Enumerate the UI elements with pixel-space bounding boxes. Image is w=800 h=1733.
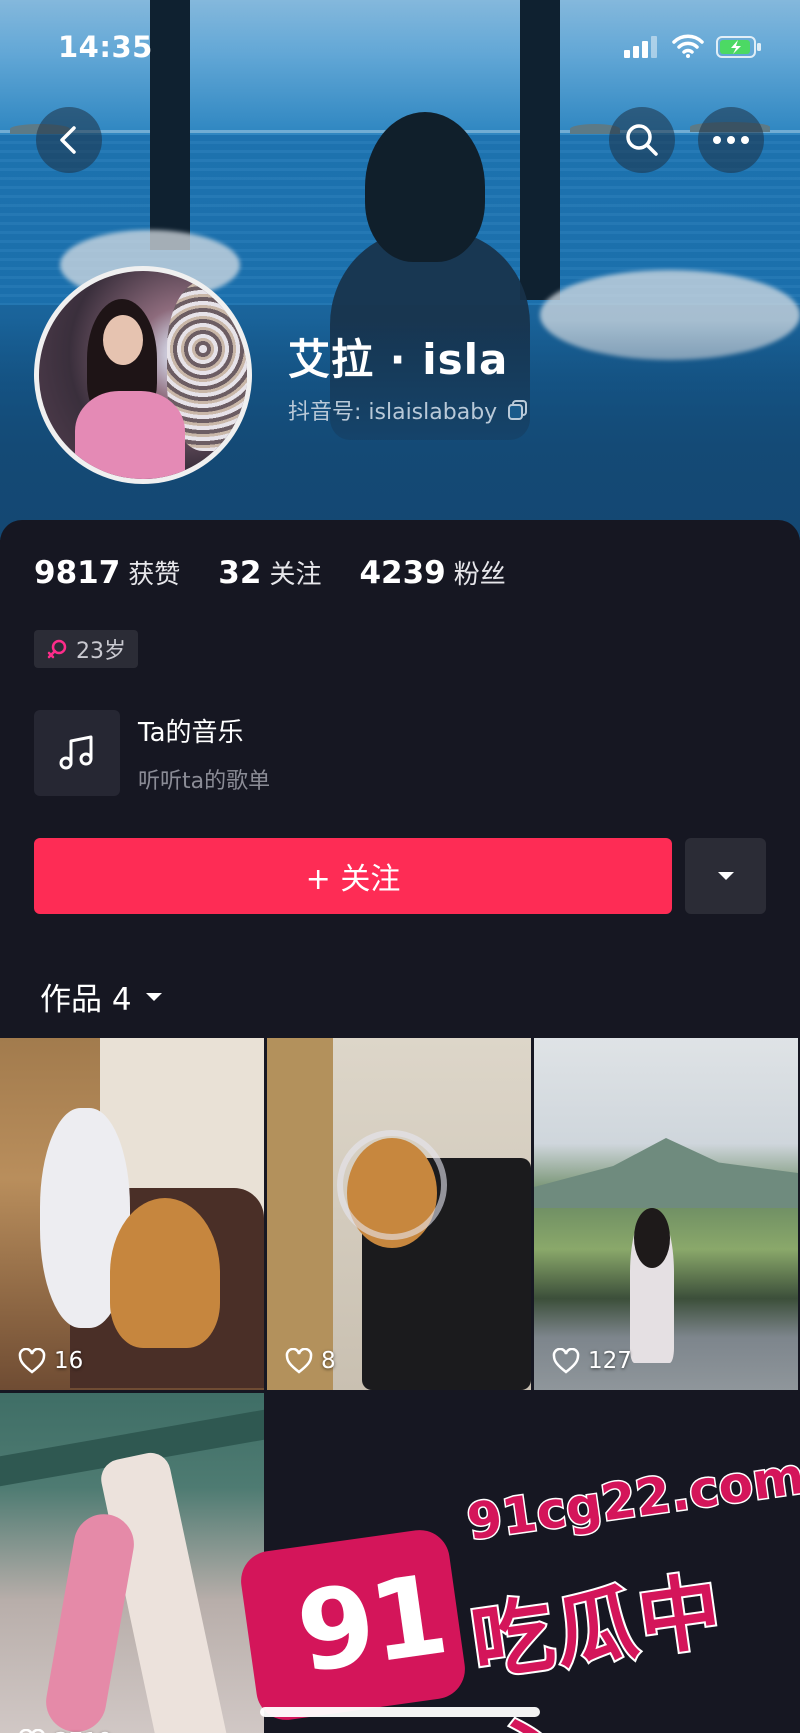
- window-frame-left: [150, 0, 190, 250]
- video-likes: 3719: [18, 1729, 113, 1733]
- status-time: 14:35: [58, 30, 153, 64]
- video-thumbnail[interactable]: 127: [534, 1038, 798, 1390]
- heart-icon: [285, 1348, 313, 1374]
- video-thumbnail[interactable]: 3719: [0, 1393, 264, 1733]
- heart-icon: [552, 1348, 580, 1374]
- more-options-dropdown-button[interactable]: [685, 838, 766, 914]
- stat-following[interactable]: 32 关注: [218, 554, 321, 591]
- video-likes-count: 16: [54, 1348, 84, 1374]
- tab-works[interactable]: 作品 4: [40, 974, 164, 1019]
- douyin-id-row[interactable]: 抖音号: islaislababy: [288, 394, 529, 426]
- music-text: Ta的音乐 听听ta的歌单: [138, 712, 270, 795]
- battery-icon: [716, 36, 761, 58]
- avatar[interactable]: [34, 266, 252, 484]
- heart-icon: [19, 1729, 45, 1733]
- caret-down-icon: [717, 872, 734, 880]
- search-button[interactable]: [609, 107, 675, 173]
- copy-icon[interactable]: [507, 399, 529, 421]
- music-subtitle: 听听ta的歌单: [138, 768, 271, 794]
- search-icon: [626, 124, 658, 156]
- stat-following-label: 关注: [269, 560, 322, 590]
- stat-followers-count: 4239: [359, 555, 446, 591]
- profile-header-banner: 14:35 艾拉 · isla 抖音号: islaislababy: [0, 0, 800, 540]
- more-button[interactable]: [698, 107, 764, 173]
- avatar-face: [103, 315, 143, 365]
- music-entry[interactable]: Ta的音乐 听听ta的歌单: [34, 710, 270, 796]
- female-icon: [47, 639, 67, 659]
- stat-followers-label: 粉丝: [453, 560, 506, 590]
- watermark-logo: 91: [237, 1526, 469, 1724]
- back-arrow-icon: [60, 126, 76, 154]
- douyin-id: 抖音号: islaislababy: [288, 400, 498, 425]
- stat-followers[interactable]: 4239 粉丝: [359, 554, 505, 591]
- stat-following-count: 32: [218, 555, 262, 591]
- music-note-icon: [59, 735, 93, 770]
- thumb-mountain: [534, 1138, 798, 1208]
- video-likes-count: 8: [321, 1348, 336, 1374]
- avatar-dress: [75, 391, 185, 479]
- video-likes-count: 127: [588, 1348, 632, 1374]
- video-likes-count: 3719: [54, 1729, 113, 1733]
- video-thumbnail[interactable]: 16: [0, 1038, 264, 1390]
- watermark-logo-text: 91: [289, 1550, 452, 1698]
- tab-works-label: 作品 4: [40, 982, 132, 1018]
- stat-likes-label: 获赞: [128, 560, 181, 590]
- back-button[interactable]: [36, 107, 102, 173]
- more-icon: [713, 136, 749, 144]
- home-indicator: [260, 1707, 540, 1717]
- follow-button[interactable]: + 关注: [34, 838, 672, 914]
- video-likes: 16: [18, 1348, 83, 1374]
- window-frame-right: [520, 0, 560, 300]
- thumb-yogi: [41, 1509, 139, 1733]
- video-thumbnail[interactable]: 8: [267, 1038, 531, 1390]
- music-title: Ta的音乐: [138, 717, 244, 748]
- stat-likes-count: 9817: [34, 555, 121, 591]
- stat-likes[interactable]: 9817 获赞: [34, 554, 180, 591]
- woman-silhouette-head: [365, 112, 485, 262]
- heart-icon: [18, 1348, 46, 1374]
- video-likes: 127: [552, 1348, 632, 1374]
- signal-icon: [624, 36, 657, 58]
- thumb-dog: [110, 1198, 220, 1348]
- age-text: 23岁: [76, 639, 126, 664]
- thumb-hair: [634, 1208, 670, 1268]
- profile-name: 艾拉 · isla: [288, 335, 509, 384]
- music-icon-box: [34, 710, 120, 796]
- thumb-cone: [337, 1130, 447, 1240]
- wifi-icon: [672, 34, 704, 58]
- video-likes: 8: [285, 1348, 336, 1374]
- age-badge: 23岁: [34, 630, 138, 668]
- caret-down-icon: [145, 992, 162, 1001]
- thumb-pole: [267, 1038, 333, 1390]
- stats-row: 9817 获赞 32 关注 4239 粉丝: [34, 554, 544, 591]
